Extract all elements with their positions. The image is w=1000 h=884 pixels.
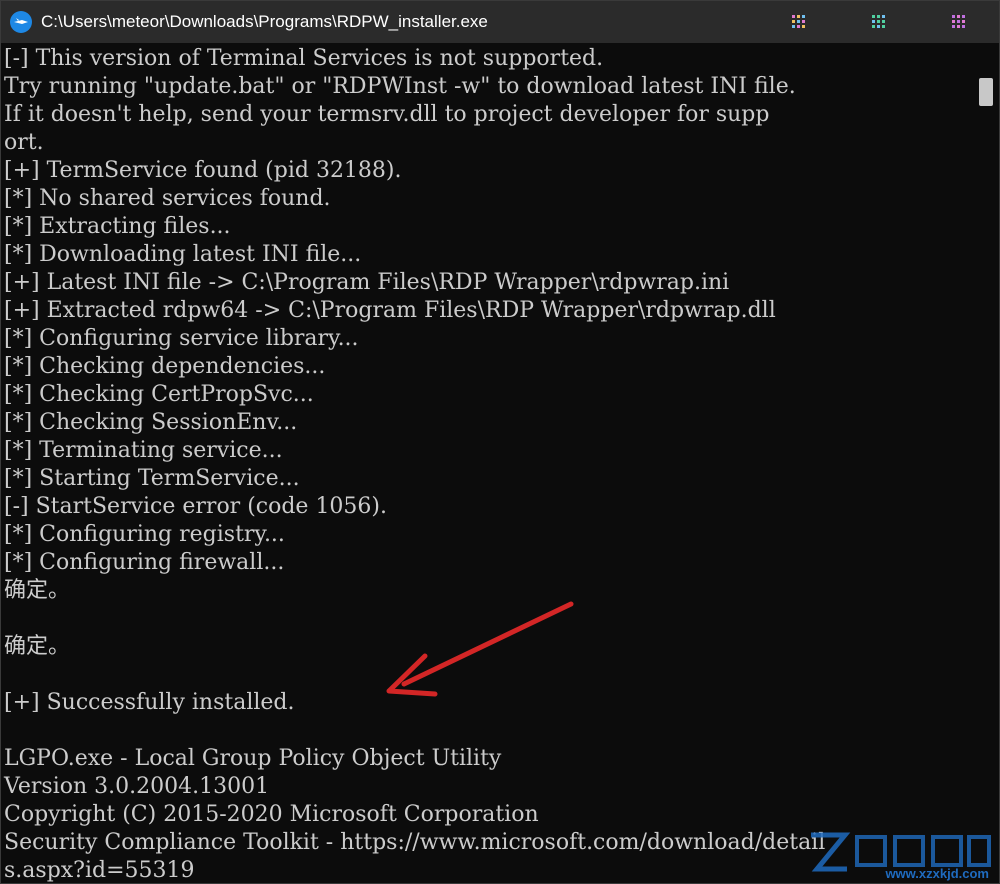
console-line: [+] Extracted rdpw64 -> C:\Program Files… xyxy=(4,298,776,323)
window-title: C:\Users\meteor\Downloads\Programs\RDPW_… xyxy=(41,12,488,31)
console-line: [-] This version of Terminal Services is… xyxy=(4,46,604,71)
vertical-scrollbar[interactable] xyxy=(973,43,999,883)
console-line: [+] Latest INI file -> C:\Program Files\… xyxy=(4,270,730,295)
window-controls xyxy=(759,1,999,43)
maximize-button[interactable] xyxy=(839,1,919,43)
console-line: ort. xyxy=(4,130,44,155)
site-watermark: www.xzxkjd.com xyxy=(803,821,993,881)
console-line: [*] Configuring registry... xyxy=(4,522,285,547)
console-line: [*] Configuring firewall... xyxy=(4,550,285,575)
close-button[interactable] xyxy=(919,1,999,43)
maximize-icon xyxy=(872,15,885,28)
console-line: Try running "update.bat" or "RDPWInst -w… xyxy=(4,74,796,99)
console-line: [-] StartService error (code 1056). xyxy=(4,494,388,519)
console-window: C:\Users\meteor\Downloads\Programs\RDPW_… xyxy=(0,0,1000,884)
console-line: [*] Extracting files... xyxy=(4,214,231,239)
console-line: [*] Terminating service... xyxy=(4,438,283,463)
console-line: [*] Starting TermService... xyxy=(4,466,300,491)
title-bar[interactable]: C:\Users\meteor\Downloads\Programs\RDPW_… xyxy=(1,1,999,43)
console-line: 确定。 xyxy=(4,634,71,659)
console-line: If it doesn't help, send your termsrv.dl… xyxy=(4,102,770,127)
console-line: [*] Checking SessionEnv... xyxy=(4,410,298,435)
console-output[interactable]: [-] This version of Terminal Services is… xyxy=(1,43,973,883)
console-line: [+] Successfully installed. xyxy=(4,690,295,715)
watermark-url: www.xzxkjd.com xyxy=(885,866,989,881)
app-icon xyxy=(10,11,32,33)
console-line: 确定。 xyxy=(4,578,71,603)
console-line: [*] Checking dependencies... xyxy=(4,354,326,379)
console-line: [+] TermService found (pid 32188). xyxy=(4,158,402,183)
console-line: [*] Configuring service library... xyxy=(4,326,359,351)
minimize-button[interactable] xyxy=(759,1,839,43)
console-line: Version 3.0.2004.13001 xyxy=(4,774,270,799)
scroll-thumb[interactable] xyxy=(979,78,993,106)
close-icon xyxy=(952,15,965,28)
console-line: LGPO.exe - Local Group Policy Object Uti… xyxy=(4,746,502,771)
console-line: [*] Checking CertPropSvc... xyxy=(4,382,314,407)
console-line: [*] No shared services found. xyxy=(4,186,331,211)
console-line: [*] Downloading latest INI file... xyxy=(4,242,362,267)
minimize-icon xyxy=(792,15,805,28)
